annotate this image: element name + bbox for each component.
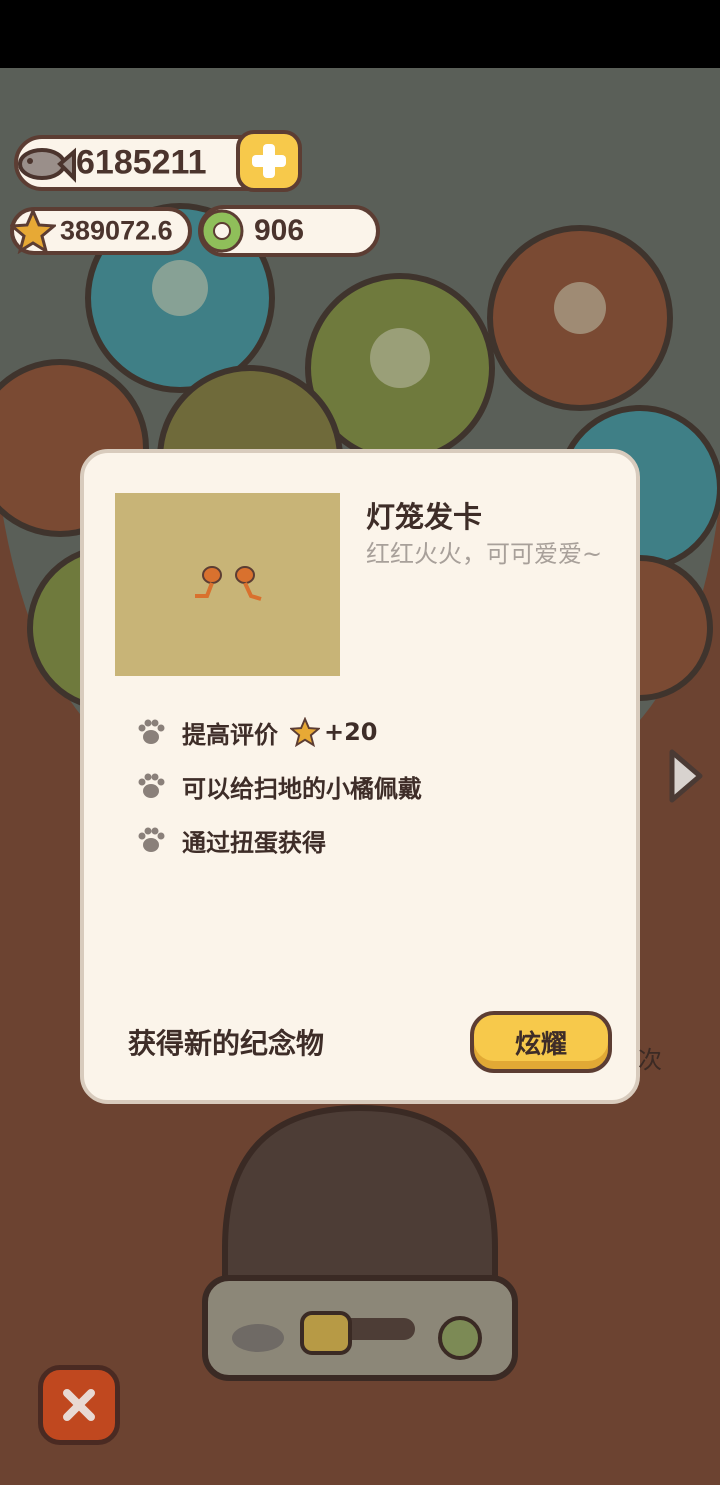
fish-count: 6185211	[76, 143, 207, 182]
star-icon	[290, 717, 320, 747]
show-off-button[interactable]: 炫耀	[470, 1011, 612, 1073]
feature-text: 提高评价	[182, 720, 278, 749]
status-bar	[0, 0, 720, 68]
new-souvenir-label: 获得新的纪念物	[128, 1027, 325, 1060]
paw-icon	[138, 773, 165, 798]
feature-text: 可以给扫地的小橘佩戴	[182, 774, 422, 803]
feature-text: 通过扭蛋获得	[182, 828, 326, 857]
item-title: 灯笼发卡	[366, 500, 483, 534]
feature-row-rating: 提高评价 +20	[136, 714, 378, 750]
fish-icon	[18, 147, 76, 183]
chevron-right-icon[interactable]	[664, 746, 706, 806]
ring-count: 906	[254, 214, 305, 247]
paw-icon	[138, 719, 165, 744]
add-fish-button[interactable]	[236, 130, 302, 192]
paw-icon	[138, 827, 165, 852]
star-count: 389072.6	[60, 215, 173, 246]
item-subtitle: 红红火火，可可爱爱~	[366, 540, 603, 568]
rating-bonus: +20	[324, 718, 378, 746]
close-icon	[63, 1389, 95, 1421]
item-thumbnail	[115, 493, 340, 676]
background-times-label: 次	[638, 1046, 662, 1074]
feature-row-wearable: 可以给扫地的小橘佩戴	[136, 768, 422, 804]
star-icon	[10, 208, 56, 254]
lantern-hairpin-icon	[195, 566, 262, 601]
feature-row-source: 通过扭蛋获得	[136, 822, 326, 858]
ring-icon	[200, 209, 244, 253]
close-button[interactable]	[38, 1365, 120, 1445]
plus-icon	[252, 144, 286, 178]
